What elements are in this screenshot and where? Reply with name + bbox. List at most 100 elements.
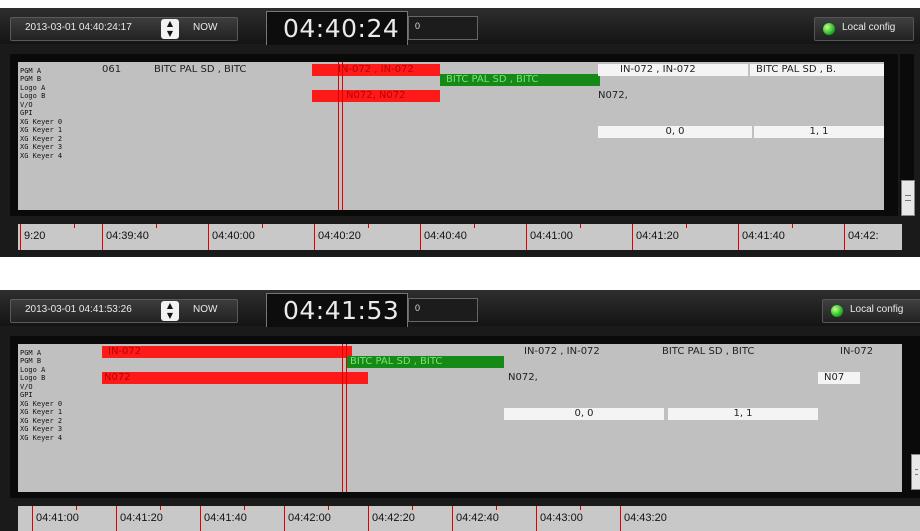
playout-panel-2: 2013-03-01 04:41:53:26 ▲ ▼ NOW 04:41:53 0… (0, 290, 920, 531)
track-label-xg-keyer-1: XG Keyer 1 (20, 408, 63, 416)
event-pgm-a-061[interactable]: 061 (102, 64, 142, 76)
track-label-xg-keyer-0: XG Keyer 0 (20, 400, 63, 408)
ruler-tick: 04:41:00 (32, 506, 79, 531)
ruler-minor-tick (412, 506, 413, 510)
ruler-minor-tick (156, 224, 157, 228)
event-gpi-11[interactable]: 1, 1 (668, 408, 818, 420)
event-logo-a-n072-2[interactable]: N072, (598, 90, 638, 102)
timeline-tracks[interactable]: PGM A PGM B Logo A Logo B V/O GPI XG Key… (18, 62, 884, 210)
counter-field[interactable]: 0 (408, 16, 478, 40)
track-label-xg-keyer-0: XG Keyer 0 (20, 118, 63, 126)
clock-text: 04:40:24 (283, 14, 400, 43)
vertical-scrollbar[interactable] (900, 54, 915, 216)
ruler-tick: 04:42:00 (284, 506, 331, 531)
now-button[interactable]: NOW (193, 304, 217, 315)
ruler-tick: 04:41:00 (526, 224, 573, 250)
event-pgm-a-in072-2[interactable]: IN-072 , IN-072 (524, 346, 654, 358)
event-pgm-a-bitc-2[interactable]: BITC PAL SD , B. (750, 64, 884, 76)
event-pgm-a-in072-2[interactable]: IN-072 , IN-072 (598, 64, 748, 76)
vertical-scrollbar[interactable] (910, 336, 920, 498)
event-gpi-00[interactable]: 0, 0 (504, 408, 664, 420)
counter-value: 0 (415, 303, 421, 313)
track-label-gpi: GPI (20, 109, 33, 117)
ruler-minor-tick (244, 506, 245, 510)
track-label-logo-b: Logo B (20, 374, 46, 382)
ruler-minor-tick (792, 224, 793, 228)
event-logo-a-n072[interactable]: N072 (102, 372, 368, 384)
datetime-text: 2013-03-01 04:41:53:26 (25, 304, 132, 315)
ruler-tick: 04:43:00 (536, 506, 583, 531)
track-label-xg-keyer-3: XG Keyer 3 (20, 143, 63, 151)
ruler-minor-tick (76, 506, 77, 510)
event-logo-a-n072-2[interactable]: N072, (508, 372, 548, 384)
track-label-xg-keyer-1: XG Keyer 1 (20, 126, 63, 134)
ruler-tick: 04:40:00 (208, 224, 255, 250)
ruler-tick: 04:41:20 (632, 224, 679, 250)
ruler-tick: 04:40:20 (314, 224, 361, 250)
local-config-button[interactable]: Local config (822, 299, 920, 323)
ruler-minor-tick (580, 224, 581, 228)
time-ruler[interactable]: 9:20 04:39:40 04:40:00 04:40:20 04:40:40… (18, 224, 902, 250)
clock-text: 04:41:53 (283, 296, 400, 325)
event-pgm-a-bitc-2[interactable]: BITC PAL SD , BITC (662, 346, 822, 358)
ruler-minor-tick (580, 506, 581, 510)
ruler-tick: 04:42:40 (452, 506, 499, 531)
event-logo-a-n07[interactable]: N07 (818, 372, 860, 384)
clock-display: 04:40:24 (266, 11, 408, 45)
track-label-vo: V/O (20, 383, 33, 391)
playout-panel-1: 2013-03-01 04:40:24:17 ▲ ▼ NOW 04:40:24 0… (0, 8, 920, 257)
playhead-marker[interactable] (338, 62, 343, 210)
scrollbar-thumb[interactable] (911, 454, 920, 490)
now-button[interactable]: NOW (193, 22, 217, 33)
local-config-label: Local config (850, 304, 904, 315)
toolbar: 2013-03-01 04:40:24:17 ▲ ▼ NOW 04:40:24 0… (0, 8, 920, 45)
event-pgm-a-in072[interactable]: IN-072 (102, 346, 352, 358)
ruler-tick: 04:43:20 (620, 506, 667, 531)
local-config-label: Local config (842, 22, 896, 33)
track-label-xg-keyer-2: XG Keyer 2 (20, 417, 63, 425)
ruler-tick: 04:42: (844, 224, 879, 250)
ruler-minor-tick (328, 506, 329, 510)
playhead-marker[interactable] (342, 344, 347, 492)
ruler-tick: 04:39:40 (102, 224, 149, 250)
toolbar: 2013-03-01 04:41:53:26 ▲ ▼ NOW 04:41:53 0… (0, 290, 920, 327)
ruler-tick: 04:41:40 (200, 506, 247, 531)
track-label-xg-keyer-4: XG Keyer 4 (20, 152, 63, 160)
datetime-picker[interactable]: 2013-03-01 04:41:53:26 ▲ ▼ NOW (10, 299, 238, 323)
ruler-minor-tick (368, 224, 369, 228)
local-config-button[interactable]: Local config (814, 17, 914, 41)
ruler-minor-tick (74, 224, 75, 228)
ruler-tick: 04:41:40 (738, 224, 785, 250)
track-label-logo-b: Logo B (20, 92, 46, 100)
spin-updown-icon[interactable]: ▲ ▼ (161, 301, 179, 321)
counter-value: 0 (415, 21, 421, 31)
event-pgm-b-bitc[interactable]: BITC PAL SD , BITC (440, 74, 600, 86)
spin-updown-icon[interactable]: ▲ ▼ (161, 19, 179, 39)
ruler-tick: 04:42:20 (368, 506, 415, 531)
scrollbar-thumb[interactable] (901, 180, 915, 216)
ruler-tick: 9:20 (20, 224, 45, 250)
ruler-minor-tick (686, 224, 687, 228)
status-led-icon (831, 305, 843, 317)
event-pgm-a-in072[interactable]: IN-072 , IN-072 (312, 64, 440, 76)
event-pgm-a-in072-3[interactable]: IN-072 (840, 346, 900, 358)
ruler-minor-tick (262, 224, 263, 228)
track-label-xg-keyer-4: XG Keyer 4 (20, 434, 63, 442)
event-logo-a-n072[interactable]: N072, N072 (312, 90, 440, 102)
ruler-tick: 04:41:20 (116, 506, 163, 531)
event-pgm-a-bitc[interactable]: BITC PAL SD , BITC (154, 64, 312, 76)
track-label-logo-a: Logo A (20, 366, 46, 374)
counter-field[interactable]: 0 (408, 298, 478, 322)
track-label-pgm-a: PGM A (20, 349, 42, 357)
time-ruler[interactable]: 04:41:00 04:41:20 04:41:40 04:42:00 04:4… (18, 506, 920, 531)
event-gpi-00[interactable]: 0, 0 (598, 126, 752, 138)
track-label-pgm-a: PGM A (20, 67, 42, 75)
track-label-gpi: GPI (20, 391, 33, 399)
track-label-vo: V/O (20, 101, 33, 109)
datetime-picker[interactable]: 2013-03-01 04:40:24:17 ▲ ▼ NOW (10, 17, 238, 41)
track-label-logo-a: Logo A (20, 84, 46, 92)
ruler-tick: 04:40:40 (420, 224, 467, 250)
event-gpi-11[interactable]: 1, 1 (754, 126, 884, 138)
timeline-tracks[interactable]: PGM A PGM B Logo A Logo B V/O GPI XG Key… (18, 344, 902, 492)
event-pgm-b-bitc[interactable]: BITC PAL SD , BITC (346, 356, 504, 368)
